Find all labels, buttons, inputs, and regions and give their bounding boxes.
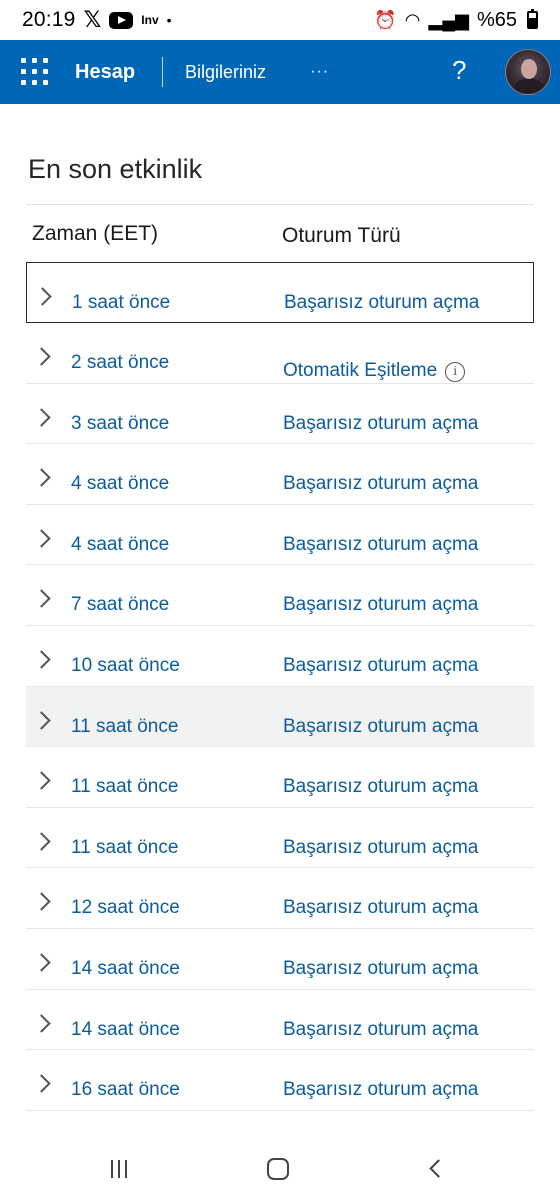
chevron-right-icon[interactable] [32,710,51,730]
row-time[interactable]: 11 saat önce [71,837,178,859]
header-divider [162,57,164,87]
system-nav-bar [0,1136,560,1200]
battery-icon [527,9,538,29]
chevron-right-icon[interactable] [32,347,51,366]
avatar[interactable] [505,49,551,95]
investing-icon: Inv [141,13,159,27]
activity-row[interactable]: 3 saat önce Başarısız oturum açma [26,384,534,445]
row-type[interactable]: Otomatik Eşitleme i [283,360,466,382]
row-type[interactable]: Başarısız oturum açma [283,1019,478,1041]
chevron-right-icon[interactable] [32,771,51,790]
page-title: En son etkinlik [28,154,203,184]
row-type[interactable]: Başarısız oturum açma [283,958,478,980]
status-left: 20:19 𝕏 Inv • [22,7,172,33]
activity-row[interactable]: 12 saat önce Başarısız oturum açma [26,868,534,929]
activity-row[interactable]: 10 saat önce Başarısız oturum açma [26,626,534,687]
signal-icon: ▂▄▆ [428,9,469,30]
wifi-icon: ◠ [404,9,421,30]
chevron-right-icon[interactable] [32,953,51,972]
chevron-right-icon[interactable] [32,407,51,427]
activity-list: 1 saat önce Başarısız oturum açma 2 saat… [26,262,534,1111]
row-time[interactable]: 2 saat önce [71,352,169,374]
row-time[interactable]: 14 saat önce [71,958,180,980]
app-bar: Hesap Bilgileriniz ··· ? [0,40,560,104]
activity-row[interactable]: 11 saat önce Başarısız oturum açma [26,686,534,748]
chevron-right-icon[interactable] [32,832,51,851]
chevron-right-icon[interactable] [32,1074,51,1093]
battery-percent: %65 [476,8,517,31]
app-launcher-icon[interactable] [21,58,49,86]
activity-row[interactable]: 11 saat önce Başarısız oturum açma [26,747,534,808]
row-type[interactable]: Başarısız oturum açma [283,897,478,919]
help-icon[interactable]: ? [452,55,466,86]
chevron-right-icon[interactable] [32,468,51,487]
home-icon[interactable] [267,1158,289,1180]
status-bar: 20:19 𝕏 Inv • ⏰ ◠ ▂▄▆ %65 [0,0,560,40]
row-time[interactable]: 4 saat önce [71,473,169,495]
row-type[interactable]: Başarısız oturum açma [283,837,478,859]
chevron-right-icon[interactable] [32,1013,51,1033]
x-icon: 𝕏 [83,7,102,32]
activity-row[interactable]: 16 saat önce Başarısız oturum açma [26,1050,534,1111]
row-type[interactable]: Başarısız oturum açma [283,413,478,435]
row-time[interactable]: 12 saat önce [71,897,180,919]
activity-row[interactable]: 14 saat önce Başarısız oturum açma [26,990,534,1051]
row-type[interactable]: Başarısız oturum açma [283,594,478,616]
row-time[interactable]: 1 saat önce [72,292,170,314]
row-time[interactable]: 11 saat önce [71,776,178,798]
more-menu-button[interactable]: ··· [310,63,329,81]
brand-link[interactable]: Hesap [75,61,135,84]
title-divider [26,204,534,205]
activity-row[interactable]: 11 saat önce Başarısız oturum açma [26,808,534,869]
row-time[interactable]: 14 saat önce [71,1019,180,1041]
chevron-right-icon[interactable] [33,287,52,306]
status-time: 20:19 [22,8,76,31]
activity-row[interactable]: 4 saat önce Başarısız oturum açma [26,505,534,566]
row-type[interactable]: Başarısız oturum açma [284,292,479,314]
row-time[interactable]: 11 saat önce [71,716,178,738]
activity-row[interactable]: 4 saat önce Başarısız oturum açma [26,444,534,505]
activity-row[interactable]: 2 saat önce Otomatik Eşitleme i [26,323,534,384]
back-icon[interactable] [429,1159,448,1178]
row-time[interactable]: 3 saat önce [71,413,169,435]
row-time[interactable]: 4 saat önce [71,534,169,556]
column-header-time: Zaman (EET) [32,222,159,245]
info-icon[interactable]: i [445,362,466,382]
section-link[interactable]: Bilgileriniz [185,62,266,83]
chevron-right-icon[interactable] [32,650,51,669]
row-time[interactable]: 7 saat önce [71,594,169,616]
youtube-icon [109,11,134,29]
row-time[interactable]: 10 saat önce [71,655,180,677]
activity-row[interactable]: 7 saat önce Başarısız oturum açma [26,565,534,626]
row-type[interactable]: Başarısız oturum açma [283,655,478,677]
row-type[interactable]: Başarısız oturum açma [283,534,478,556]
row-type[interactable]: Başarısız oturum açma [283,776,478,798]
row-type[interactable]: Başarısız oturum açma [283,1079,478,1101]
column-header-type: Oturum Türü [282,224,401,247]
row-time[interactable]: 16 saat önce [71,1079,180,1101]
row-type[interactable]: Başarısız oturum açma [283,473,478,495]
activity-row[interactable]: 14 saat önce Başarısız oturum açma [26,929,534,990]
status-right: ⏰ ◠ ▂▄▆ %65 [374,9,538,32]
chevron-right-icon[interactable] [32,589,51,609]
notification-dot: • [166,12,172,28]
row-type-label[interactable]: Otomatik Eşitleme [283,360,437,381]
alarm-icon: ⏰ [374,9,397,30]
recent-apps-icon[interactable] [111,1160,127,1178]
row-type[interactable]: Başarısız oturum açma [283,716,478,738]
main-content: En son etkinlik Zaman (EET) Oturum Türü … [0,104,560,1136]
chevron-right-icon[interactable] [32,892,51,912]
chevron-right-icon[interactable] [32,529,51,548]
activity-row[interactable]: 1 saat önce Başarısız oturum açma [26,262,534,323]
